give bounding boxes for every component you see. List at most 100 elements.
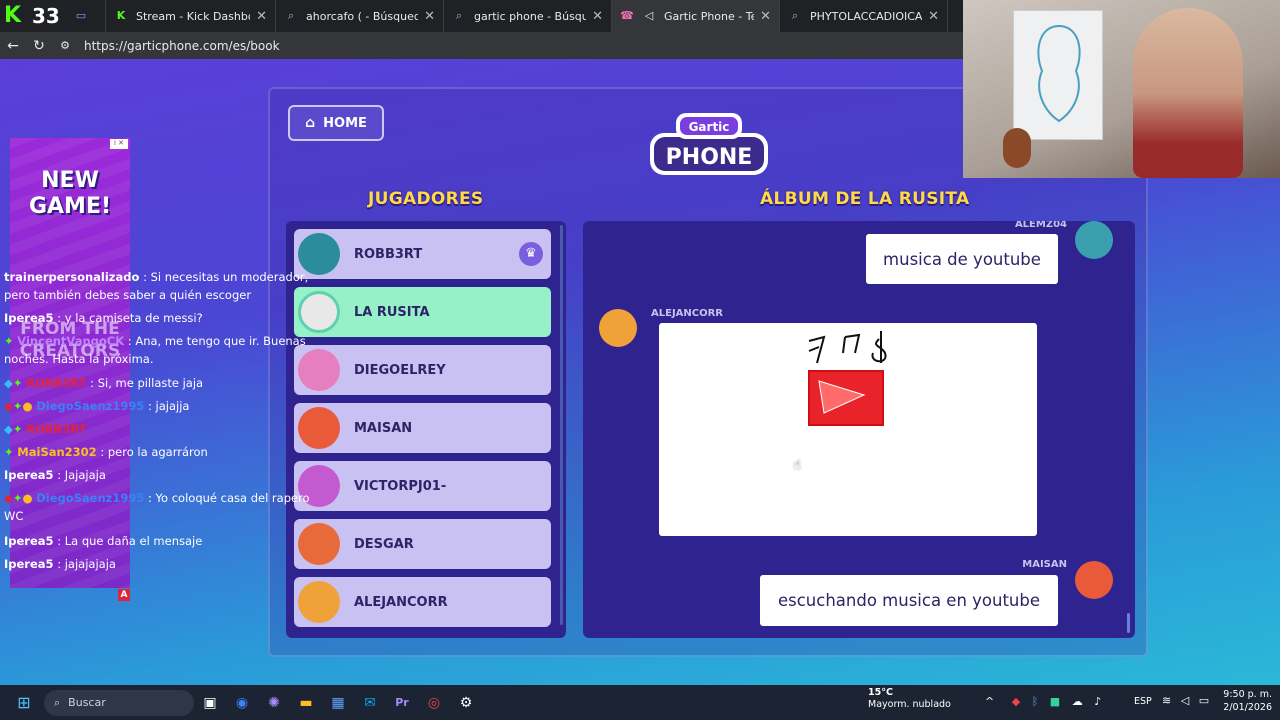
- back-icon[interactable]: ←: [0, 38, 26, 54]
- close-icon[interactable]: ✕: [424, 9, 435, 24]
- search-label: Buscar: [68, 696, 106, 709]
- tv-icon: ▭: [75, 9, 87, 22]
- browser-tab-active[interactable]: ☎ ◁ Gartic Phone - Teléfono De ✕: [612, 0, 780, 32]
- reload-icon[interactable]: ↻: [26, 38, 52, 54]
- player-row[interactable]: VICTORPJ01-: [294, 461, 551, 511]
- player-name: ROBB3RT: [354, 246, 423, 262]
- players-scrollbar[interactable]: [560, 225, 563, 625]
- wifi-icon: ≋: [1162, 694, 1172, 707]
- chat-user: trainerpersonalizado: [4, 270, 140, 284]
- streamer: [1133, 8, 1243, 178]
- entry-author: MAISAN: [1022, 559, 1067, 570]
- player-row[interactable]: ROBB3RT ♛: [294, 229, 551, 279]
- chat-user: ROBB3RT: [26, 376, 87, 390]
- browser-tab[interactable]: K Stream - Kick Dashboard ✕: [106, 0, 276, 32]
- player-row[interactable]: DESGAR: [294, 519, 551, 569]
- premiere-icon[interactable]: Pr: [386, 687, 418, 719]
- search-icon: ⌕: [791, 9, 799, 22]
- chat-text: : pero la agarráron: [100, 445, 208, 459]
- clock[interactable]: 9:50 p. m. 2/01/2026: [1223, 688, 1272, 714]
- url-field[interactable]: https://garticphone.com/es/book: [84, 39, 280, 53]
- home-button[interactable]: ⌂ HOME: [288, 105, 384, 141]
- browser-tab[interactable]: ⌕ ahorcafo ( - Búsqueda ✕: [276, 0, 444, 32]
- close-icon[interactable]: ✕: [928, 9, 939, 24]
- task-view-icon[interactable]: ▣: [194, 687, 226, 719]
- cloud-icon: ☁: [1071, 695, 1083, 708]
- ad-badge-icon: A: [118, 589, 130, 601]
- chat-user: DiegoSaenz1995: [36, 491, 145, 505]
- temperature: 15°C: [868, 687, 893, 698]
- player-row-selected[interactable]: LA RUSITA: [294, 287, 551, 337]
- avatar: [599, 309, 637, 347]
- chevron-up-icon[interactable]: ^: [985, 695, 994, 708]
- date: 2/01/2026: [1223, 702, 1272, 713]
- tray-icons[interactable]: ^ ◆ ᛒ ■ ☁ ♪: [985, 695, 1101, 708]
- chat-text: : jajajajaja: [57, 557, 116, 571]
- outlook-icon[interactable]: ✉: [354, 687, 386, 719]
- taskbar-search[interactable]: ⌕ Buscar: [44, 689, 194, 716]
- chat-message: trainerpersonalizado : Si necesitas un m…: [4, 268, 314, 304]
- weather-widget[interactable]: 15°C Mayorm. nublado: [868, 687, 951, 711]
- chat-text: : Jajajaja: [57, 468, 106, 482]
- player-row[interactable]: ALEJANCORR: [294, 577, 551, 627]
- app-icon[interactable]: ⚙: [450, 687, 482, 719]
- ad-line: NEW: [41, 168, 99, 193]
- edge-icon[interactable]: ◉: [226, 687, 258, 719]
- chat-message: ◆✦ ROBB3RT : Si, me pillaste jaja: [4, 376, 204, 390]
- system-tray[interactable]: ≋ ◁ ▭: [1162, 694, 1209, 707]
- text-entry: musica de youtube: [866, 234, 1058, 284]
- logo-text-bottom: PHONE: [666, 145, 753, 170]
- close-icon[interactable]: ✕: [256, 9, 267, 24]
- close-icon[interactable]: ✕: [592, 9, 603, 24]
- tab-count: 33: [32, 4, 60, 28]
- crown-icon: ♛: [519, 242, 543, 266]
- store-icon[interactable]: ▦: [322, 687, 354, 719]
- search-icon: ⌕: [54, 695, 61, 709]
- chrome-icon[interactable]: ◎: [418, 687, 450, 719]
- browser-tab[interactable]: ⌕ gartic phone - Búsqueda ✕: [444, 0, 612, 32]
- chat-message: ◆✦● DiegoSaenz1995 : Yo coloqué casa del…: [4, 491, 310, 523]
- kick-logo-icon[interactable]: K: [4, 3, 30, 29]
- chat-user: ROBB3RT: [26, 422, 87, 436]
- chat-message: Iperea5 : Jajajaja: [4, 466, 314, 484]
- phone-icon: ☎: [620, 9, 634, 22]
- language[interactable]: ESP: [1134, 696, 1152, 707]
- text-entry: escuchando musica en youtube: [760, 575, 1058, 626]
- time: 9:50 p. m.: [1223, 689, 1272, 700]
- close-icon[interactable]: ✕: [760, 9, 771, 24]
- browser-tab[interactable]: ▭: [66, 0, 106, 32]
- chat-message: ◆✦● DiegoSaenz1995 : jajajja: [4, 399, 190, 413]
- file-explorer-icon[interactable]: ▬: [290, 687, 322, 719]
- mic-icon: ♪: [1094, 695, 1102, 708]
- home-label: HOME: [323, 115, 367, 131]
- gartic-phone-logo: Gartic PHONE: [650, 113, 768, 175]
- search-icon: ⌕: [455, 9, 463, 22]
- ad-choices-icon[interactable]: i ✕: [110, 139, 128, 149]
- windows-start-icon[interactable]: ⊞: [8, 687, 40, 719]
- player-row[interactable]: DIEGOELREY: [294, 345, 551, 395]
- avatar: [298, 581, 340, 623]
- bluetooth-icon: ᛒ: [1031, 695, 1039, 708]
- entry-author: ALEMZ04: [1014, 221, 1067, 230]
- volume-icon: ◁: [1180, 694, 1190, 707]
- player-name: LA RUSITA: [354, 304, 430, 320]
- player-name: ALEJANCORR: [354, 594, 448, 610]
- site-info-icon[interactable]: ⚙: [52, 39, 78, 52]
- chat-user: Iperea5: [4, 557, 54, 571]
- windows-taskbar: ⊞ ⌕ Buscar ▣ ◉ ✺ ▬ ▦ ✉ Pr ◎ ⚙ 15°C Mayor…: [0, 685, 1280, 720]
- chat-message: Iperea5 : y la camiseta de messi?: [4, 309, 314, 327]
- chat-message: ✦ MaiSan2302 : pero la agarráron: [4, 445, 208, 459]
- hand-cursor-icon: ☝: [793, 458, 801, 473]
- album-scrollbar[interactable]: [1127, 613, 1130, 633]
- battery-icon: ▭: [1198, 694, 1210, 707]
- copilot-icon[interactable]: ✺: [258, 687, 290, 719]
- chat-text: : Si, me pillaste jaja: [90, 376, 204, 390]
- weather-text: Mayorm. nublado: [868, 699, 951, 710]
- album-header: ÁLBUM DE LA RUSITA: [760, 189, 970, 209]
- wall-drawing: [1013, 10, 1103, 140]
- figurine: [1003, 128, 1031, 168]
- player-row[interactable]: MAISAN: [294, 403, 551, 453]
- chat-user: VincentVangoCK: [17, 334, 125, 348]
- search-icon: ⌕: [287, 9, 295, 22]
- browser-tab[interactable]: ⌕ PHYTOLACCADIOICA - Búsque ✕: [780, 0, 948, 32]
